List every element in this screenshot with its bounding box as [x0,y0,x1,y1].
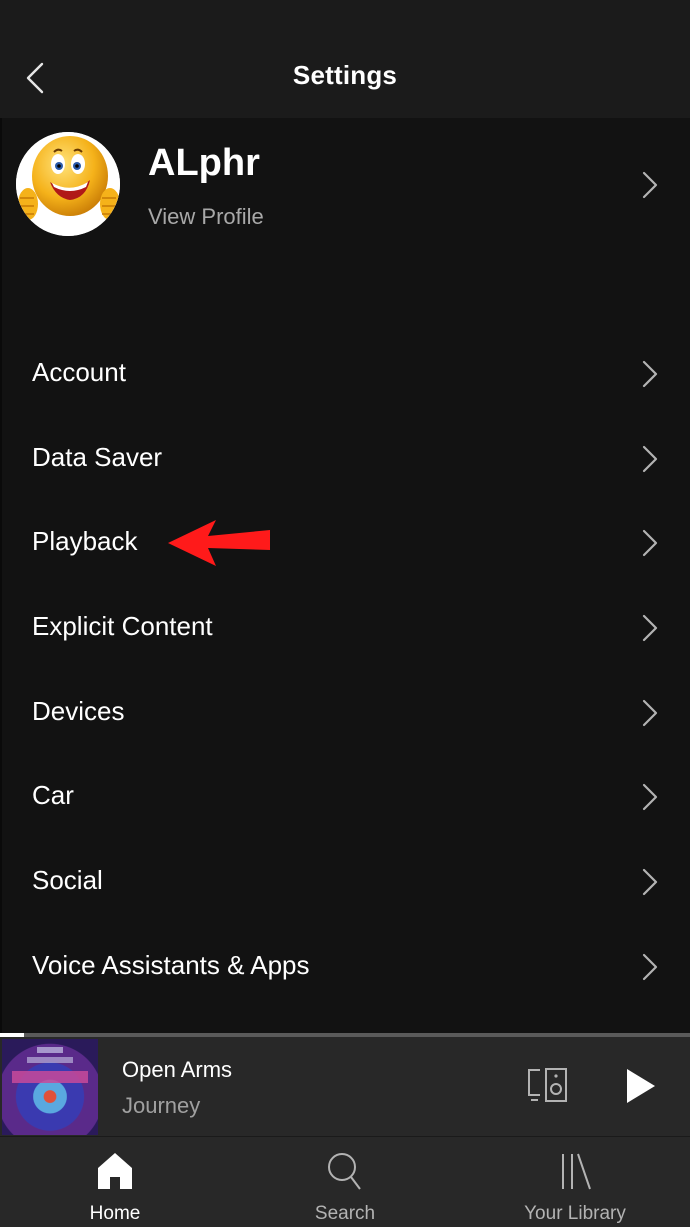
now-playing-bar[interactable]: Open Arms Journey [0,1037,690,1136]
tab-label: Search [314,1203,376,1224]
view-profile-link[interactable]: View Profile [148,204,264,230]
menu-item-label: Devices [32,695,125,726]
chevron-right-icon [642,614,658,642]
menu-item-label: Social [32,865,103,896]
menu-item-label: Explicit Content [32,611,213,642]
search-icon [328,1153,361,1190]
red-arrow-annotation [168,520,270,566]
chevron-right-icon [642,530,658,557]
chevron-right-icon [642,953,658,980]
menu-item-devices[interactable]: Devices [2,670,690,755]
track-artist: Journey [122,1093,201,1118]
avatar [16,132,120,236]
album-art [2,1039,98,1135]
menu-item-data-saver[interactable]: Data Saver [2,416,690,501]
menu-item-explicit-content[interactable]: Explicit Content [2,585,690,670]
menu-item-account[interactable]: Account [2,331,690,416]
menu-item-label: Account [32,357,126,387]
tab-search[interactable]: Search [230,1137,460,1227]
play-button[interactable] [625,1067,657,1105]
top-nav-bar: Settings [0,0,690,118]
profile-name: ALphr [148,142,260,184]
home-icon [98,1153,132,1189]
profile-row[interactable]: ALphr View Profile [2,118,690,253]
bottom-tab-bar: Home Search Your Library [0,1136,690,1227]
chevron-right-icon [642,699,658,726]
menu-item-label: Playback [32,526,138,557]
chevron-right-icon [642,784,658,811]
menu-item-voice-assistants[interactable]: Voice Assistants & Apps [2,924,690,1009]
page-title: Settings [292,60,398,90]
devices-available-icon [528,1068,567,1102]
menu-item-playback[interactable]: Playback [2,500,690,585]
track-title: Open Arms [122,1057,233,1082]
album-art-text [27,1057,73,1063]
tab-home[interactable]: Home [0,1137,230,1227]
settings-content: ALphr View Profile Account Data Saver Pl… [0,118,690,1035]
smiley-avatar-icon [16,132,120,236]
tab-label: Home [89,1203,141,1224]
chevron-right-icon [642,869,658,896]
play-icon [627,1069,655,1103]
menu-item-label: Data Saver [32,441,163,472]
menu-item-car[interactable]: Car [2,754,690,839]
tab-label: Your Library [524,1203,626,1224]
menu-item-label: Car [32,780,74,811]
library-icon [562,1153,591,1190]
chevron-right-icon [642,360,658,388]
tab-your-library[interactable]: Your Library [460,1137,690,1227]
chevron-right-icon [642,445,658,472]
album-art-text [37,1047,63,1053]
album-art-logo [12,1071,88,1083]
menu-item-social[interactable]: Social [2,839,690,924]
chevron-right-icon [642,171,658,199]
settings-menu: Account Data Saver Playback Explicit Con… [2,331,690,1009]
connect-devices-button[interactable] [526,1067,570,1105]
menu-item-label: Voice Assistants & Apps [32,949,310,980]
